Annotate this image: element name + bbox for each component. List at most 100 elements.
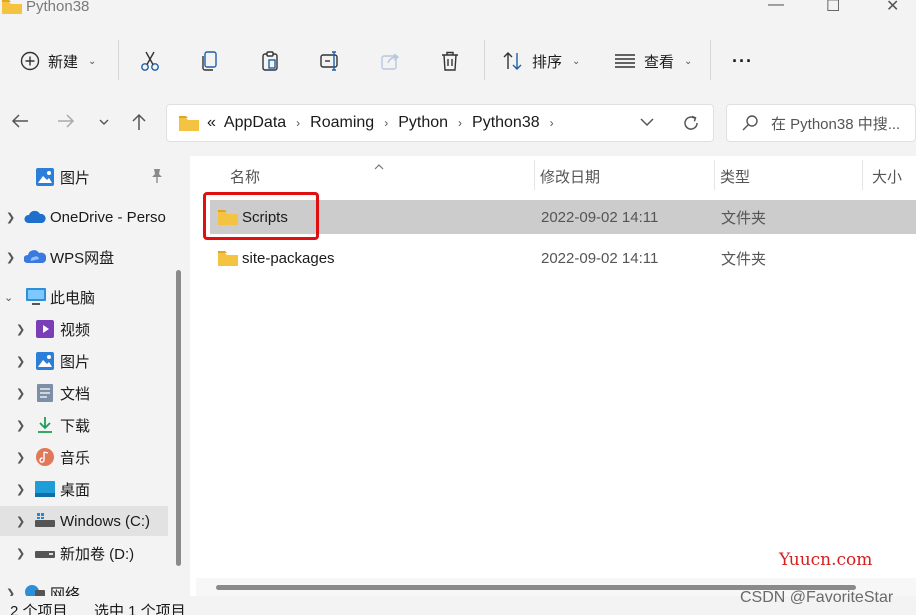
watermark-site: Yuucn.com [779, 550, 873, 570]
share-icon [380, 51, 402, 71]
sort-icon [502, 51, 524, 71]
share-button[interactable] [380, 44, 402, 78]
sidebar-item-label: 音乐 [60, 449, 91, 467]
column-header-date[interactable]: 修改日期 [540, 166, 600, 187]
chevron-right-icon[interactable]: ❯ [6, 251, 15, 264]
sidebar-item-drive-c[interactable]: ❯ Windows (C:) [0, 506, 168, 536]
delete-button[interactable] [440, 44, 460, 78]
pin-icon[interactable] [150, 168, 164, 188]
sidebar-item-label: 桌面 [60, 481, 91, 499]
file-row-site-packages[interactable]: site-packages 2022-09-02 14:11 文件夹 [210, 241, 916, 275]
chevron-right-icon[interactable]: ❯ [6, 211, 15, 224]
pictures-icon [36, 352, 54, 370]
chevron-right-icon[interactable]: › [458, 116, 462, 130]
new-button[interactable]: 新建 ⌄ [20, 44, 96, 78]
documents-icon [37, 384, 55, 402]
chevron-right-icon[interactable]: ❯ [16, 355, 25, 368]
chevron-right-icon[interactable]: ❯ [16, 515, 25, 528]
column-header-name[interactable]: 名称 [230, 166, 260, 187]
folder-icon [2, 0, 22, 17]
plus-circle-icon [20, 51, 40, 71]
sidebar-item-this-pc[interactable]: ⌄ 此电脑 [0, 282, 168, 312]
column-header-size[interactable]: 大小 [872, 166, 902, 187]
chevron-right-icon[interactable]: ❯ [16, 387, 25, 400]
sidebar-item-pictures[interactable]: ❯ 图片 [0, 346, 168, 376]
trash-icon [440, 50, 460, 72]
cut-button[interactable] [140, 44, 160, 78]
maximize-button[interactable]: ☐ [826, 0, 840, 16]
view-button[interactable]: 查看 ⌄ [614, 44, 692, 78]
close-button[interactable]: ✕ [886, 0, 899, 16]
column-header-type[interactable]: 类型 [720, 166, 750, 187]
column-divider[interactable] [714, 160, 715, 190]
search-input[interactable]: 在 Python38 中搜... [771, 113, 900, 134]
breadcrumb-overflow[interactable]: « [207, 114, 216, 132]
item-count: 2 个项目 [10, 603, 68, 615]
chevron-right-icon[interactable]: ❯ [16, 483, 25, 496]
sidebar-item-music[interactable]: ❯ 音乐 [0, 442, 168, 472]
sidebar-item-downloads[interactable]: ❯ 下载 [0, 410, 168, 440]
column-divider[interactable] [862, 160, 863, 190]
breadcrumb-roaming[interactable]: Roaming [310, 114, 374, 132]
sidebar-item-wps-cloud[interactable]: ❯ WPS网盘 [0, 242, 168, 272]
sidebar-item-pictures-pinned[interactable]: 图片 [0, 162, 168, 192]
up-arrow-icon[interactable] [130, 112, 148, 137]
sidebar-item-documents[interactable]: ❯ 文档 [0, 378, 168, 408]
chevron-right-icon[interactable]: › [384, 116, 388, 130]
sidebar-item-label: 此电脑 [50, 289, 96, 307]
minimize-button[interactable]: — [768, 0, 784, 14]
chevron-right-icon[interactable]: › [296, 116, 300, 130]
chevron-right-icon[interactable]: › [550, 116, 554, 130]
breadcrumb-appdata[interactable]: AppData [224, 114, 286, 132]
more-options-button[interactable]: ··· [732, 44, 753, 78]
rename-icon [320, 51, 342, 71]
sidebar-item-desktop[interactable]: ❯ 桌面 [0, 474, 168, 504]
this-pc-icon [26, 288, 46, 306]
copy-button[interactable] [200, 44, 220, 78]
breadcrumb-python38[interactable]: Python38 [472, 114, 540, 132]
back-arrow-icon[interactable] [10, 112, 30, 135]
recent-locations-chevron-icon[interactable] [98, 114, 110, 132]
chevron-down-icon: ⌄ [88, 55, 97, 67]
sidebar-scrollbar[interactable] [176, 270, 181, 566]
toolbar-divider [118, 40, 119, 80]
refresh-icon[interactable] [681, 113, 701, 136]
videos-icon [36, 320, 54, 338]
toolbar-divider [710, 40, 711, 80]
sidebar-item-drive-d[interactable]: ❯ 新加卷 (D:) [0, 538, 168, 568]
sort-button[interactable]: 排序 ⌄ [502, 44, 580, 78]
sidebar-item-videos[interactable]: ❯ 视频 [0, 314, 168, 344]
chevron-right-icon[interactable]: ❯ [6, 587, 15, 597]
sidebar-item-label: Windows (C:) [60, 512, 151, 530]
column-divider[interactable] [534, 160, 535, 190]
chevron-right-icon[interactable]: ❯ [16, 419, 25, 432]
scissors-icon [140, 50, 160, 72]
file-type: 文件夹 [721, 250, 767, 268]
address-history-chevron-icon[interactable] [639, 115, 655, 132]
onedrive-icon [24, 208, 46, 226]
breadcrumb-python[interactable]: Python [398, 114, 448, 132]
sort-label: 排序 [532, 53, 563, 71]
folder-icon [179, 115, 199, 131]
paste-button[interactable] [260, 44, 280, 78]
file-date: 2022-09-02 14:11 [541, 208, 659, 226]
view-label: 查看 [644, 53, 675, 71]
sidebar-item-onedrive[interactable]: ❯ OneDrive - Perso [0, 202, 168, 232]
sidebar-item-network[interactable]: ❯ 网络 [0, 578, 168, 596]
chevron-down-icon: ⌄ [572, 55, 581, 67]
toolbar-divider [484, 40, 485, 80]
network-icon [24, 584, 45, 596]
chevron-down-icon[interactable]: ⌄ [4, 291, 13, 304]
chevron-right-icon[interactable]: ❯ [16, 451, 25, 464]
chevron-down-icon: ⌄ [684, 55, 693, 67]
chevron-right-icon[interactable]: ❯ [16, 323, 25, 336]
search-box[interactable]: 在 Python38 中搜... [726, 104, 916, 142]
desktop-icon [35, 480, 55, 498]
address-bar[interactable]: « AppData › Roaming › Python › Python38 … [166, 104, 714, 142]
rename-button[interactable] [320, 44, 342, 78]
wps-cloud-icon [23, 248, 47, 266]
forward-arrow-icon[interactable] [56, 112, 76, 135]
chevron-right-icon[interactable]: ❯ [16, 547, 25, 560]
navigation-bar: « AppData › Roaming › Python › Python38 … [0, 92, 916, 156]
watermark-author: CSDN @FavoriteStar [740, 589, 894, 606]
